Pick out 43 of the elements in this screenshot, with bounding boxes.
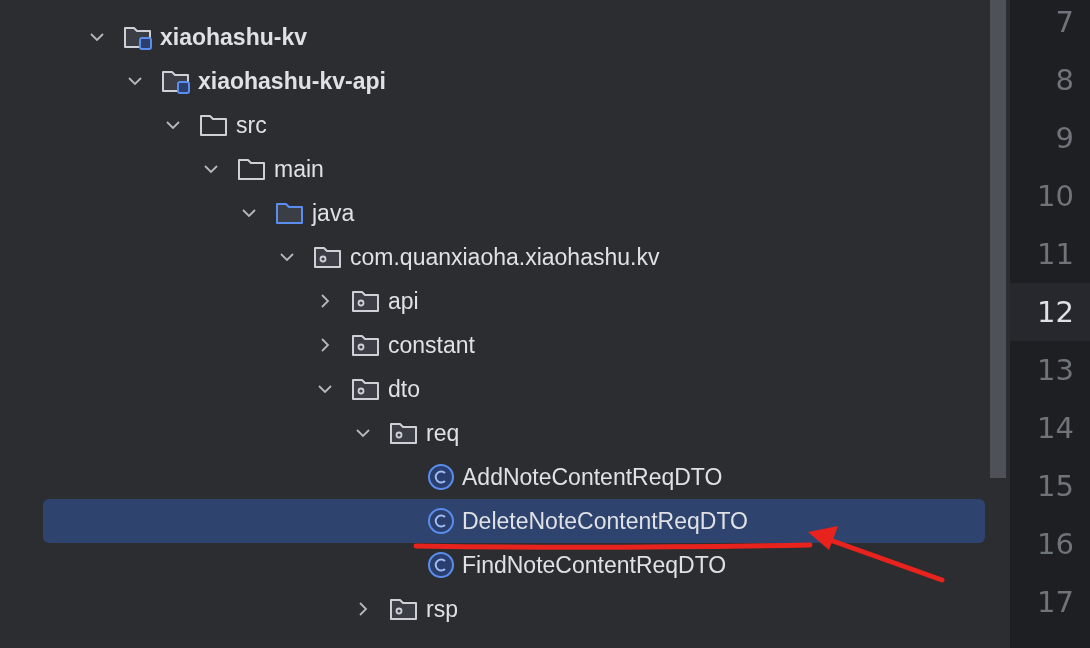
tree-item-label[interactable]: xiaohashu-kv — [160, 23, 307, 51]
tree-row[interactable]: com.quanxiaoha.xiaohashu.kv — [0, 235, 1010, 279]
tree-row[interactable]: req — [0, 411, 1010, 455]
line-number: 17 — [1037, 585, 1074, 619]
tree-item-label[interactable]: main — [274, 155, 324, 183]
line-number: 8 — [1055, 63, 1074, 97]
tree-item-label[interactable]: api — [388, 287, 419, 315]
line-number: 9 — [1055, 121, 1074, 155]
tree-row[interactable]: constant — [0, 323, 1010, 367]
class-icon — [427, 507, 455, 535]
line-number: 10 — [1037, 179, 1074, 213]
tree-row[interactable]: rsp — [0, 587, 1010, 631]
tree-item-label[interactable]: DeleteNoteContentReqDTO — [462, 507, 748, 535]
selected-tree-row[interactable]: DeleteNoteContentReqDTO — [43, 499, 985, 543]
tree-item-label[interactable]: AddNoteContentReqDTO — [462, 463, 723, 491]
tree-item-label[interactable]: xiaohashu-kv-api — [198, 67, 386, 95]
tree-row[interactable]: main — [0, 147, 1010, 191]
tree-item-label[interactable]: FindNoteContentReqDTO — [462, 551, 727, 579]
tree-item-label[interactable]: com.quanxiaoha.xiaohashu.kv — [350, 243, 660, 271]
line-number: 7 — [1055, 5, 1074, 39]
tree-item-label[interactable]: rsp — [426, 595, 458, 623]
tree-item-label[interactable]: dto — [388, 375, 420, 403]
line-number: 14 — [1037, 411, 1074, 445]
line-number: 12 — [1037, 295, 1074, 329]
line-number: 11 — [1037, 237, 1074, 271]
line-number: 13 — [1037, 353, 1074, 387]
tree-row[interactable]: src — [0, 103, 1010, 147]
scrollbar[interactable] — [990, 0, 1006, 478]
class-icon — [427, 463, 455, 491]
tree-row[interactable]: java — [0, 191, 1010, 235]
tree-item-label[interactable]: java — [312, 199, 355, 227]
tree-row[interactable]: xiaohashu-kv — [0, 15, 1010, 59]
tree-row[interactable]: AddNoteContentReqDTO — [0, 455, 1010, 499]
line-number: 16 — [1037, 527, 1074, 561]
tree-item-label[interactable]: req — [426, 419, 460, 447]
line-number: 15 — [1037, 469, 1074, 503]
tree-row[interactable]: dto — [0, 367, 1010, 411]
tree-row[interactable]: xiaohashu-kv-api — [0, 59, 1010, 103]
tree-row[interactable]: FindNoteContentReqDTO — [0, 543, 1010, 587]
tree-item-label[interactable]: constant — [388, 331, 475, 359]
class-icon — [427, 551, 455, 579]
tree-item-label[interactable]: src — [236, 111, 267, 139]
tree-row[interactable]: api — [0, 279, 1010, 323]
